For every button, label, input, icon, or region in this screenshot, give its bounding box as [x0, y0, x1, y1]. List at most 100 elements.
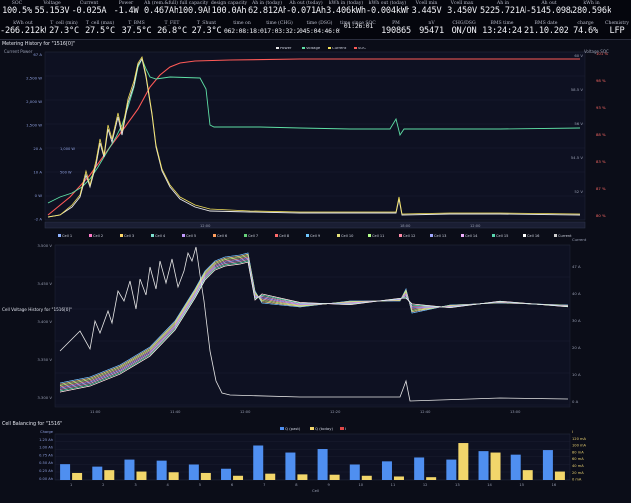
metering-legend-label[interactable]: Voltage [306, 45, 321, 50]
balancing-chart: Q (past) Q (today) I Charge 1.25 Ah 1.00 Ah 0… [39, 426, 586, 493]
balancing-bar-today [265, 473, 276, 480]
metering-sub-left: Current Power [4, 49, 33, 54]
balancing-legend-label[interactable]: Q (past) [285, 426, 301, 431]
cellvoltage-legend-label[interactable]: Cell 13 [434, 234, 446, 238]
cellvoltage-legend-swatch[interactable] [523, 234, 526, 237]
cellvoltage-legend-swatch[interactable] [120, 234, 123, 237]
header-cell-t-bms: T_BMS 37.5°C [118, 20, 155, 40]
balancing-bar-today [490, 452, 501, 480]
cellvoltage-legend-label[interactable]: Cell 4 [155, 234, 166, 238]
cellvoltage-legend-label[interactable]: Cell 16 [527, 234, 540, 238]
header-cell-voltage: Voltage 55.153V [34, 0, 70, 20]
cellvoltage-legend-label[interactable]: Cell 7 [248, 234, 258, 238]
cellvoltage-legend-swatch[interactable] [89, 234, 92, 237]
cellvoltage-legend-label[interactable]: Current [558, 234, 572, 238]
metering-legend-swatch[interactable] [302, 46, 305, 49]
metering-legend-swatch[interactable] [276, 46, 279, 49]
balancing-right-tick: 20 mA [572, 471, 584, 475]
balancing-legend-label[interactable]: I [345, 426, 346, 431]
balancing-bar-past [60, 464, 71, 480]
cellvoltage-legend-label[interactable]: Cell 8 [279, 234, 290, 238]
cellvoltage-legend-label[interactable]: Cell 5 [186, 234, 196, 238]
cellvoltage-legend-swatch[interactable] [554, 234, 557, 237]
balancing-bar-today [554, 471, 565, 480]
cellvoltage-legend[interactable]: Cell 1 Cell 2 Cell 3 Cell 4 Cell 5 Cell 6 Cell… [58, 234, 572, 238]
cellvoltage-legend-label[interactable]: Cell 10 [341, 234, 354, 238]
balancing-legend[interactable]: Q (past) Q (today) I [280, 426, 346, 431]
cellvoltage-legend-swatch[interactable] [399, 234, 402, 237]
balancing-bar-past [478, 451, 489, 480]
metering-left-tick: 2,500 W [26, 76, 42, 81]
cellvoltage-legend-swatch[interactable] [182, 234, 185, 237]
metering-left-tick: 1,500 W [26, 123, 42, 128]
metering-legend-swatch[interactable] [354, 46, 357, 49]
cellvoltage-legend-swatch[interactable] [275, 234, 278, 237]
cellvoltage-right-tick: 20 A [572, 345, 581, 350]
metering-legend-swatch[interactable] [328, 46, 331, 49]
metering-voltage-tick: 60 V [574, 53, 583, 58]
cellvoltage-legend-swatch[interactable] [430, 234, 433, 237]
balancing-x-tick: 15 [519, 483, 524, 487]
metering-legend[interactable]: Power Voltage Current SOC [276, 45, 366, 50]
cellvoltage-left-tick: 3.400 V [37, 319, 52, 324]
cellvoltage-legend-label[interactable]: Cell 14 [465, 234, 478, 238]
metering-legend-label[interactable]: SOC [358, 45, 366, 50]
metering-legend-label[interactable]: Power [280, 45, 292, 50]
header-cell-power: Power -1.4W [108, 0, 144, 20]
cellvoltage-legend-swatch[interactable] [58, 234, 61, 237]
cellvoltage-legend-swatch[interactable] [461, 234, 464, 237]
cellvoltage-legend-swatch[interactable] [244, 234, 247, 237]
header-cell-full-capacity: full capacity 100.9Ah [178, 0, 210, 20]
cellvoltage-legend-swatch[interactable] [306, 234, 309, 237]
header-cell-value: 100.9Ah [178, 6, 210, 16]
cellvoltage-legend-label[interactable]: Cell 1 [62, 234, 72, 238]
cellvoltage-legend-label[interactable]: Cell 2 [93, 234, 103, 238]
cellvoltage-legend-label[interactable]: Cell 12 [403, 234, 415, 238]
header-cell-value: 062:08:18:33 [224, 27, 260, 35]
balancing-bar-past [156, 460, 167, 480]
cellvoltage-legend-label[interactable]: Cell 3 [124, 234, 134, 238]
balancing-legend-label[interactable]: Q (today) [315, 426, 333, 431]
cellvoltage-legend-label[interactable]: Cell 6 [217, 234, 228, 238]
cellvoltage-left-tick: 3.500 V [37, 243, 52, 248]
metering-left-tick: 1,000 W [60, 147, 75, 151]
balancing-bar-past [317, 449, 328, 480]
metering-navigator[interactable] [44, 221, 586, 229]
header-cell-kwh-out: kWh out-266.212kWh [0, 20, 46, 40]
balancing-right-tick: 80 mA [572, 450, 584, 454]
cellvoltage-right-tick: 40 A [572, 291, 581, 296]
header-cell-ah-rem-full-: Ah (rem.&full) 0.467Ah [144, 0, 178, 20]
cellvoltage-x-tick: 12:20 [330, 410, 341, 414]
balancing-legend-swatch[interactable] [340, 427, 344, 430]
balancing-x-tick: 12 [423, 483, 428, 487]
header-cell-value: 27.3°C [49, 26, 79, 36]
header-cell-value: 100.5% [2, 6, 32, 16]
cellvoltage-title: Cell Voltage History for "1516[0]" [2, 307, 72, 312]
header-cell-value: 21.10.2025 [524, 26, 568, 36]
cellvoltage-legend-label[interactable]: Cell 9 [310, 234, 321, 238]
metering-left-tick: 10 A [33, 170, 42, 175]
bms-header: SOC 100.5% Voltage 55.153V Current -0.025A Pow… [0, 0, 631, 40]
header-cell-label: time (DSG) [306, 21, 333, 26]
header-cell-time-on: time on062:08:18:33 [224, 20, 260, 40]
balancing-xlabel: Cell [312, 488, 319, 493]
header-cell-chg-dsg: CHG/DSG ON/ON [448, 20, 480, 40]
balancing-bar-today [104, 470, 115, 480]
cellvoltage-legend-label[interactable]: Cell 11 [372, 234, 384, 238]
header-cell-value: 3.445V [411, 6, 442, 16]
cellvoltage-legend-swatch[interactable] [151, 234, 154, 237]
metering-legend-label[interactable]: Current [332, 45, 347, 50]
header-cell-chemistry: Chemistry LFP [603, 20, 631, 40]
cellvoltage-legend-label[interactable]: Cell 15 [496, 234, 508, 238]
header-cell-value: LFP [609, 26, 625, 36]
balancing-legend-swatch[interactable] [280, 427, 284, 430]
header-cell-value: 045:04:46:05 [299, 27, 340, 35]
header-cell-value: ON/ON [451, 26, 477, 36]
cellvoltage-legend-swatch[interactable] [492, 234, 495, 237]
metering-soc-tick: 98 % [596, 78, 606, 83]
header-cell-design-capacity: design capacity 100.0Ah [210, 0, 248, 20]
balancing-legend-swatch[interactable] [310, 427, 314, 430]
cellvoltage-legend-swatch[interactable] [213, 234, 216, 237]
cellvoltage-legend-swatch[interactable] [337, 234, 340, 237]
cellvoltage-legend-swatch[interactable] [368, 234, 371, 237]
